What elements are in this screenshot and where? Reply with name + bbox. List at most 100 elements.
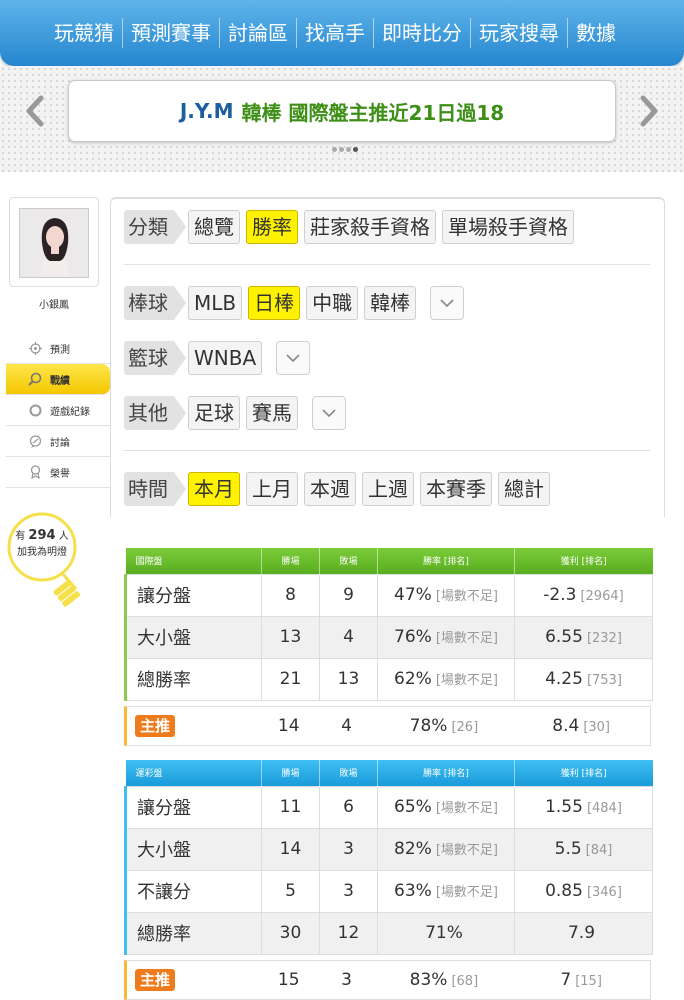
win-cell: 5 bbox=[261, 869, 320, 913]
rate-cell: 65% [場數不足] bbox=[377, 785, 515, 829]
nav-item-live-score[interactable]: 即時比分 bbox=[373, 18, 470, 48]
sidebar-item-predict[interactable]: 預測 bbox=[6, 333, 110, 364]
chip-dealer-killer[interactable]: 莊家殺手資格 bbox=[304, 210, 436, 244]
lottery-stats-table: 運彩盤 勝場 敗場 勝率 [排名] 獲利 [排名] 讓分盤 11 6 65% [場… bbox=[124, 760, 653, 955]
column-header: 勝場 bbox=[261, 760, 320, 786]
chip-single-killer[interactable]: 單場殺手資格 bbox=[442, 210, 574, 244]
chip-total[interactable]: 總計 bbox=[498, 472, 550, 506]
nav-item-experts[interactable]: 找高手 bbox=[296, 18, 373, 48]
fan-count-number: 294 bbox=[28, 528, 56, 543]
rate-value: 82% bbox=[394, 839, 432, 859]
pager-dot[interactable] bbox=[346, 147, 351, 152]
nav-item-forum[interactable]: 討論區 bbox=[219, 18, 296, 48]
nav-item-data[interactable]: 數據 bbox=[567, 18, 624, 48]
chip-this-month[interactable]: 本月 bbox=[188, 472, 240, 506]
filter-label-baseball: 棒球 bbox=[124, 286, 186, 320]
avatar[interactable] bbox=[19, 208, 89, 278]
filter-row-other: 其他 足球 賽馬 bbox=[124, 396, 346, 430]
sidebar-item-game-log[interactable]: 遊戲紀錄 bbox=[6, 395, 110, 426]
profit-cell: 5.5 [84] bbox=[514, 827, 653, 871]
rate-value: 62% bbox=[394, 669, 432, 689]
banner-prev-button[interactable] bbox=[20, 93, 50, 129]
chip-kbo[interactable]: 韓棒 bbox=[364, 286, 417, 320]
nav-item-predict[interactable]: 預測賽事 bbox=[122, 18, 219, 48]
column-header: 勝率 [排名] bbox=[377, 760, 515, 786]
sidebar-item-label: 討論 bbox=[50, 437, 70, 449]
lose-cell: 6 bbox=[319, 785, 378, 829]
pager-dot-active[interactable] bbox=[353, 147, 358, 152]
lose-cell: 9 bbox=[319, 573, 378, 617]
rate-cell: 62% [場數不足] bbox=[377, 657, 515, 701]
chip-last-week[interactable]: 上週 bbox=[362, 472, 414, 506]
win-cell: 13 bbox=[261, 615, 320, 659]
chip-this-season[interactable]: 本賽季 bbox=[420, 472, 492, 506]
profit-value: -2.3 bbox=[543, 585, 577, 605]
rate-value: 71% bbox=[425, 923, 463, 943]
table-header: 運彩盤 勝場 敗場 勝率 [排名] 獲利 [排名] bbox=[125, 760, 653, 786]
chevron-down-icon bbox=[286, 354, 300, 363]
divider bbox=[124, 264, 650, 265]
pager-dot[interactable] bbox=[339, 147, 344, 152]
table-row: 總勝率 21 13 62% [場數不足] 4.25 [753] bbox=[124, 657, 653, 701]
profit-value: 7 bbox=[560, 970, 572, 990]
banner-next-button[interactable] bbox=[634, 93, 664, 129]
win-cell: 14 bbox=[261, 827, 320, 871]
circle-icon bbox=[28, 403, 42, 417]
filter-label-time: 時間 bbox=[124, 472, 186, 506]
chat-icon bbox=[28, 434, 42, 448]
baseball-more-dropdown[interactable] bbox=[430, 286, 465, 320]
chip-horse-racing[interactable]: 賽馬 bbox=[246, 396, 298, 430]
lottery-main-pick-row: 主推 15 3 83% [68] 7 [15] bbox=[124, 960, 651, 1000]
rate-cell: 71% bbox=[377, 911, 515, 955]
other-more-dropdown[interactable] bbox=[312, 396, 346, 430]
chip-overview[interactable]: 總覽 bbox=[188, 210, 240, 244]
filter-label-other: 其他 bbox=[124, 396, 186, 430]
chip-cpbl[interactable]: 中職 bbox=[306, 286, 359, 320]
banner-announcement[interactable]: J.Y.M 韓棒 國際盤主推近21日過18 bbox=[68, 80, 616, 142]
target-icon bbox=[28, 341, 42, 355]
rate-cell: 76% [場數不足] bbox=[377, 615, 515, 659]
column-header: 勝場 bbox=[261, 548, 320, 574]
chip-this-week[interactable]: 本週 bbox=[304, 472, 356, 506]
sidebar-item-honor[interactable]: 榮譽 bbox=[6, 457, 110, 488]
fan-count-cta: 加我為明燈 bbox=[17, 547, 67, 558]
row-name: 讓分盤 bbox=[124, 785, 262, 829]
lose-cell: 4 bbox=[319, 615, 378, 659]
win-cell: 21 bbox=[261, 657, 320, 701]
table-row: 大小盤 14 3 82% [場數不足] 5.5 [84] bbox=[124, 827, 653, 871]
chip-mlb[interactable]: MLB bbox=[188, 286, 243, 320]
chip-npb[interactable]: 日棒 bbox=[248, 286, 301, 320]
banner-text: 韓棒 國際盤主推近21日過18 bbox=[241, 100, 505, 125]
profit-cell: 6.55 [232] bbox=[514, 615, 653, 659]
pager-dot[interactable] bbox=[332, 147, 337, 152]
avatar-card bbox=[9, 197, 99, 287]
rate-value: 65% bbox=[394, 797, 432, 817]
win-cell: 30 bbox=[261, 911, 320, 955]
nav-item-guess[interactable]: 玩競猜 bbox=[46, 18, 122, 48]
avatar-photo bbox=[20, 209, 88, 277]
filter-label-category: 分類 bbox=[124, 210, 186, 244]
sidebar-item-discuss[interactable]: 討論 bbox=[6, 426, 110, 457]
intl-stats-table: 國際盤 勝場 敗場 勝率 [排名] 獲利 [排名] 讓分盤 8 9 47% [場數… bbox=[124, 548, 653, 701]
rate-value: 76% bbox=[394, 627, 432, 647]
profit-value: 0.85 bbox=[545, 881, 583, 901]
table-row: 讓分盤 8 9 47% [場數不足] -2.3 [2964] bbox=[124, 573, 653, 617]
banner-user-name: J.Y.M bbox=[179, 99, 234, 123]
fan-count-bulb[interactable]: 有 294 人 加我為明燈 bbox=[6, 511, 86, 607]
sidebar-item-record[interactable]: 戰績 bbox=[6, 364, 110, 395]
profit-rank: [346] bbox=[586, 885, 622, 900]
profit-value: 1.55 bbox=[545, 797, 583, 817]
chip-wnba[interactable]: WNBA bbox=[188, 341, 263, 375]
profit-cell: 0.85 [346] bbox=[514, 869, 653, 913]
chip-soccer[interactable]: 足球 bbox=[188, 396, 240, 430]
lose-cell: 12 bbox=[319, 911, 378, 955]
profit-cell: 1.55 [484] bbox=[514, 785, 653, 829]
chip-last-month[interactable]: 上月 bbox=[246, 472, 298, 506]
row-name: 大小盤 bbox=[124, 827, 262, 871]
nav-item-player-search[interactable]: 玩家搜尋 bbox=[470, 18, 567, 48]
chip-win-rate[interactable]: 勝率 bbox=[246, 210, 298, 244]
rate-rank: [場數不足] bbox=[435, 673, 498, 688]
basketball-more-dropdown[interactable] bbox=[276, 341, 311, 375]
win-cell: 8 bbox=[261, 573, 320, 617]
chevron-left-icon bbox=[26, 95, 44, 127]
